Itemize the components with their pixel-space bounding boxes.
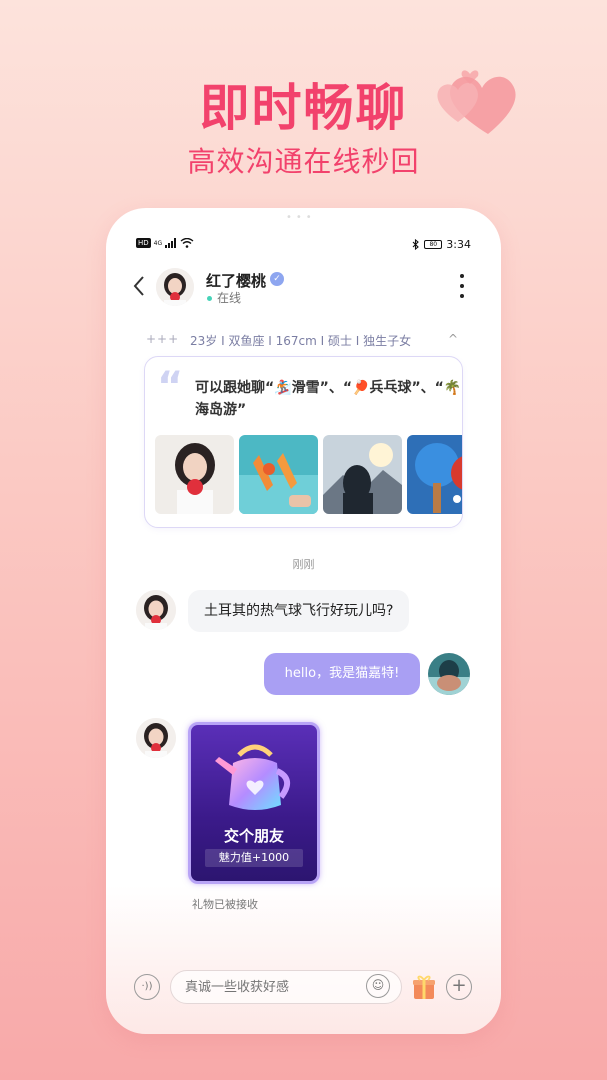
gift-box-icon <box>413 975 435 999</box>
sender-avatar[interactable] <box>136 590 176 630</box>
dot-icon <box>460 284 464 288</box>
dot-icon <box>460 294 464 298</box>
online-status: 在线 <box>217 291 242 305</box>
status-bar: HD 4G 80 3:34 <box>106 238 501 254</box>
online-dot <box>207 296 212 301</box>
interest-text: 可以跟她聊“🏂滑雪”、“🏓兵乓球”、“🌴海岛游” <box>195 380 462 418</box>
chevron-left-icon <box>133 276 144 296</box>
emoji-button[interactable]: ☺ <box>366 974 390 998</box>
pingpong-photo[interactable] <box>407 435 462 514</box>
interest-card: “ 可以跟她聊“🏂滑雪”、“🏓兵乓球”、“🌴海岛游” <box>144 356 463 528</box>
voice-button[interactable]: ·)) <box>134 974 160 1000</box>
plus-icon: + <box>451 975 467 996</box>
drinks-photo[interactable] <box>239 435 318 514</box>
plus-button[interactable]: + <box>446 974 472 1000</box>
verified-icon: ✓ <box>270 272 284 286</box>
gift-charm-value: 魅力值+1000 <box>205 849 303 867</box>
contact-name: 红了樱桃 <box>206 272 267 290</box>
gift-name: 交个朋友 <box>223 827 284 845</box>
gift-button[interactable] <box>412 974 436 1000</box>
time-separator: 刚刚 <box>292 558 315 571</box>
hero-subtitle: 高效沟通在线秒回 <box>187 145 420 178</box>
dot-icon <box>460 274 464 278</box>
quote-icon: “ <box>157 364 184 410</box>
outgoing-message[interactable]: hello，我是猫嘉特! <box>264 653 420 695</box>
smile-icon: ☺ <box>371 978 385 992</box>
back-button[interactable] <box>132 274 148 298</box>
hd-badge: HD <box>136 238 151 248</box>
contact-avatar[interactable] <box>156 268 194 306</box>
voice-icon: ·)) <box>141 981 153 992</box>
phone-frame: ••• HD 4G 80 3:34 红了樱桃 ✓ 在线 +++ 23岁 I 双鱼… <box>106 208 501 1034</box>
chevron-up-icon[interactable]: ^ <box>448 332 458 346</box>
gift-status: 礼物已被接收 <box>192 898 258 911</box>
profile-tags: 23岁 I 双鱼座 I 167cm I 硕士 I 独生子女 <box>190 334 412 348</box>
signal-icon <box>165 238 177 248</box>
portrait-photo[interactable] <box>155 435 234 514</box>
notch-dots: ••• <box>286 212 316 223</box>
gift-card[interactable]: 交个朋友 魅力值+1000 <box>188 722 320 884</box>
network-label: 4G <box>153 239 163 247</box>
battery-icon: 80 <box>424 240 443 249</box>
mountain-photo[interactable] <box>323 435 402 514</box>
incoming-message[interactable]: 土耳其的热气球飞行好玩儿吗? <box>188 590 410 632</box>
watering-can-icon <box>215 744 290 810</box>
chat-header: 红了樱桃 ✓ 在线 <box>106 264 501 312</box>
input-bar: ·)) ☺ + <box>106 968 501 1008</box>
profile-plus: +++ <box>146 332 180 346</box>
bluetooth-icon <box>412 239 420 250</box>
photo-strip <box>155 435 462 514</box>
hearts-icon <box>437 70 516 134</box>
sender-avatar[interactable] <box>136 718 176 758</box>
status-time: 3:34 <box>446 238 471 251</box>
more-menu-button[interactable] <box>458 274 466 298</box>
wifi-icon <box>180 238 194 248</box>
self-avatar[interactable] <box>428 653 470 695</box>
